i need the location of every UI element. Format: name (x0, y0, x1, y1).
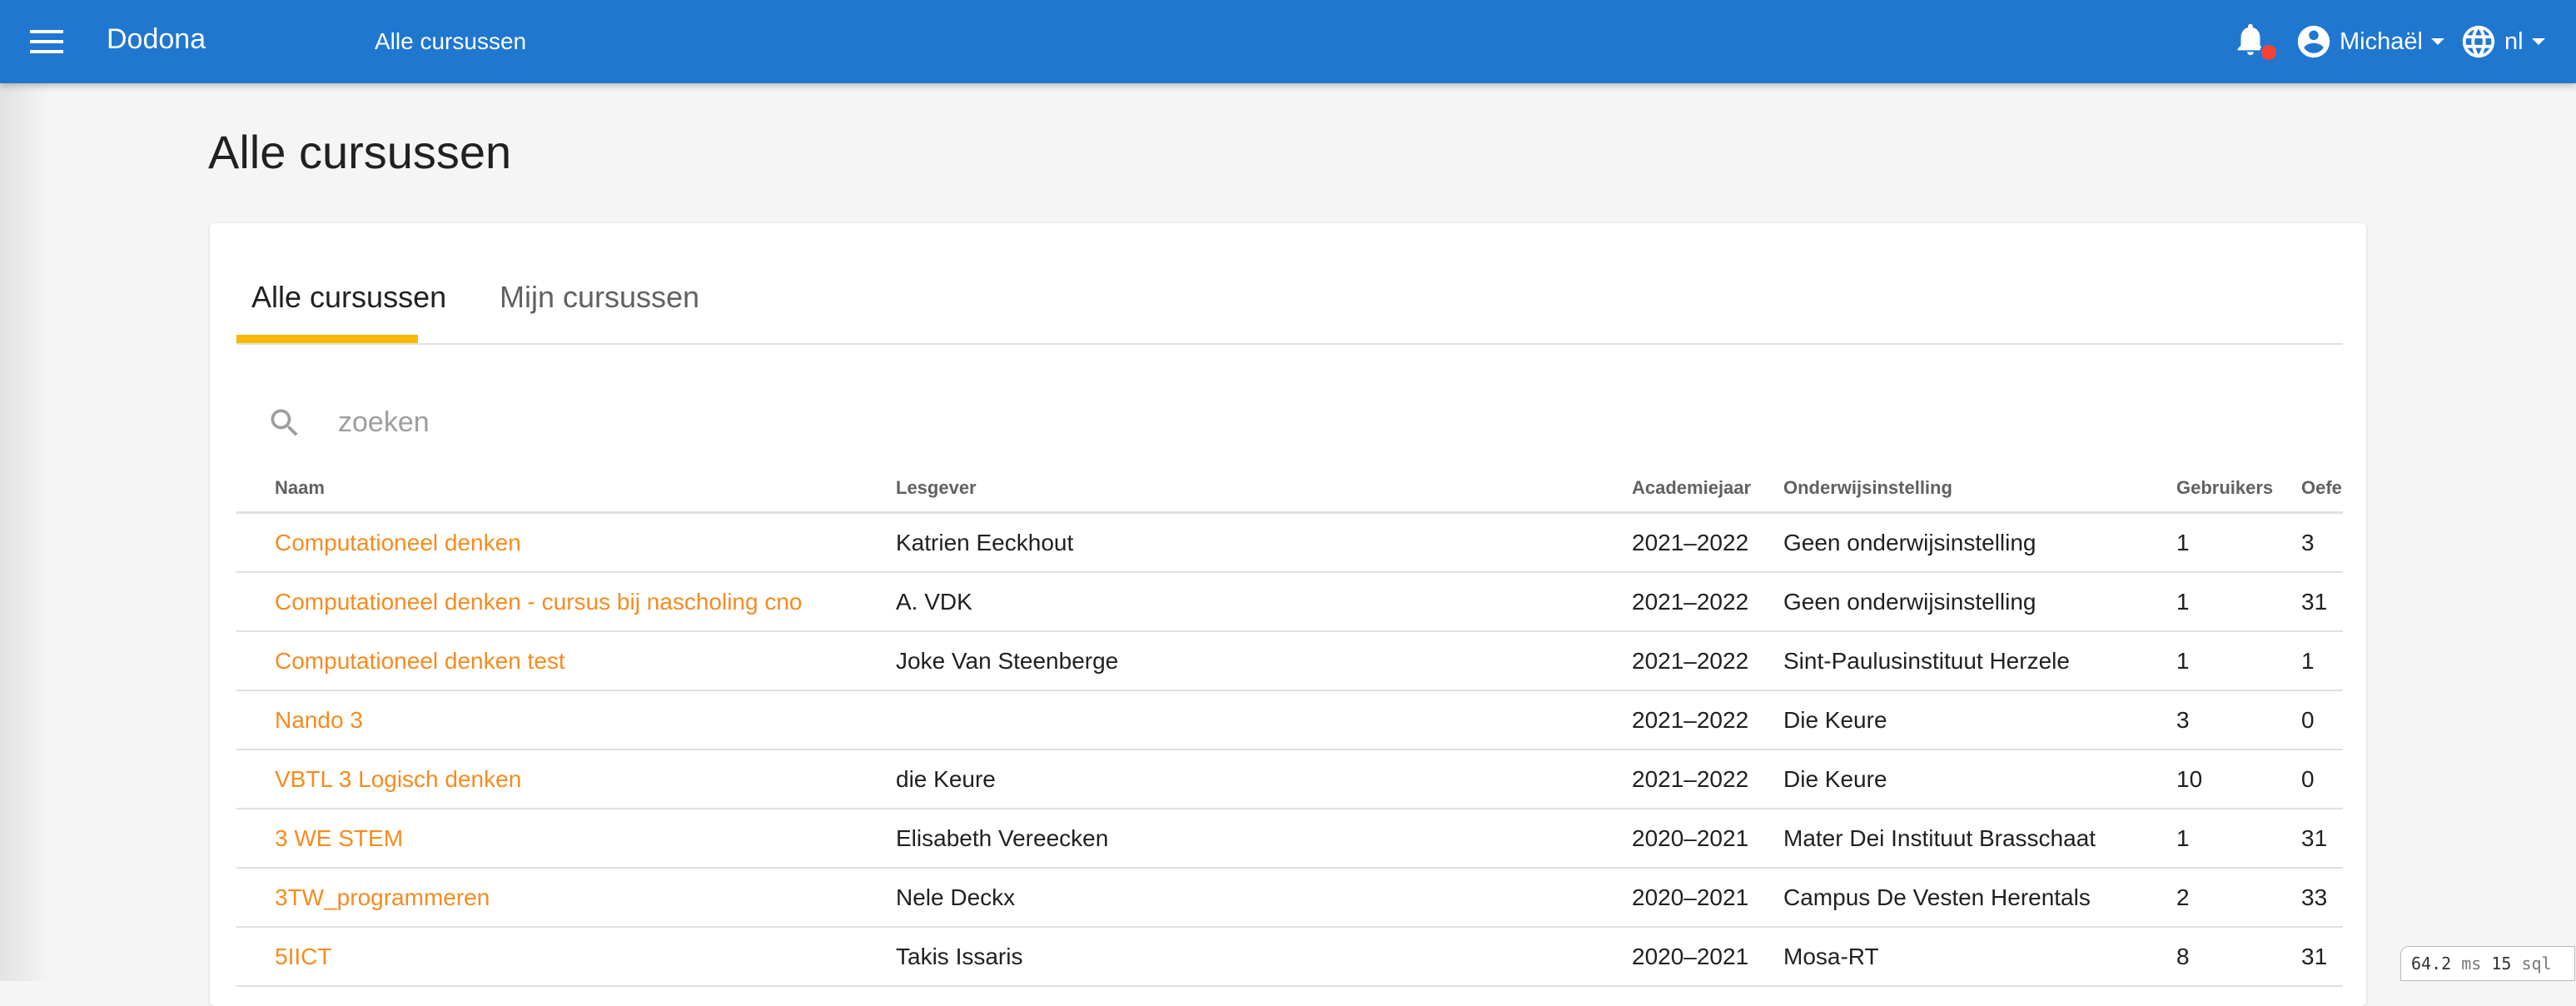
cell-institution: Die Keure (1783, 750, 2176, 809)
cell-exercises: 33 (2301, 868, 2343, 928)
course-link[interactable]: Computationeel denken test (275, 648, 565, 674)
cell-teacher: Katrien Eeckhout (896, 512, 1632, 573)
course-link[interactable]: VBTL 3 Logisch denken (275, 766, 521, 792)
tab-my-courses[interactable]: Mijn cursussen (500, 280, 699, 315)
cell-exercises: 3 (2301, 512, 2343, 573)
courses-table-container[interactable]: Naam Lesgever Academiejaar Onderwijsinst… (236, 465, 2343, 1006)
user-name: Michaël (2340, 27, 2423, 55)
side-shadow (0, 83, 50, 981)
courses-table: Naam Lesgever Academiejaar Onderwijsinst… (236, 465, 2343, 987)
table-row: Computationeel denken test Joke Van Stee… (236, 631, 2343, 691)
cell-teacher: die Keure (896, 750, 1632, 809)
cell-year: 2020–2021 (1632, 809, 1783, 869)
tab-bar: Alle cursussen Mijn cursussen (236, 223, 2343, 345)
cell-users: 8 (2176, 927, 2301, 987)
cell-teacher: Elisabeth Vereecken (896, 809, 1632, 869)
cell-exercises: 0 (2301, 690, 2343, 750)
cell-institution: Mosa-RT (1783, 927, 2176, 987)
table-row: Nando 3 2021–2022 Die Keure 3 0 (236, 690, 2343, 750)
cell-institution: Die Keure (1783, 690, 2176, 750)
table-row: Computationeel denken Katrien Eeckhout 2… (236, 512, 2343, 573)
search-icon (271, 409, 298, 436)
notifications-button[interactable] (2231, 20, 2278, 63)
language-menu-button[interactable]: nl (2459, 20, 2551, 63)
table-header-row: Naam Lesgever Academiejaar Onderwijsinst… (236, 465, 2343, 514)
user-menu-button[interactable]: Michaël (2295, 20, 2444, 63)
cell-users: 1 (2176, 572, 2301, 632)
cell-exercises: 0 (2301, 750, 2343, 809)
cell-users: 1 (2176, 809, 2301, 869)
active-tab-indicator (236, 335, 418, 343)
course-link[interactable]: Nando 3 (275, 707, 363, 733)
cell-exercises: 31 (2301, 809, 2343, 869)
column-header-institution[interactable]: Onderwijsinstelling (1783, 465, 2176, 514)
perf-ms-unit: ms (2461, 954, 2482, 974)
column-header-users[interactable]: Gebruikers (2176, 465, 2301, 514)
perf-sql-unit: sql (2521, 954, 2552, 974)
cell-teacher: Takis Issaris (896, 927, 1632, 987)
cell-year: 2021–2022 (1632, 572, 1783, 632)
cell-users: 3 (2176, 690, 2301, 750)
search-bar (236, 381, 2343, 473)
column-header-exercises[interactable]: Oefe (2301, 465, 2343, 514)
cell-teacher: Joke Van Steenberge (896, 631, 1632, 691)
top-app-bar: Dodona Alle cursussen Michaël nl (0, 0, 2576, 83)
course-link[interactable]: Computationeel denken - cursus bij nasch… (275, 589, 803, 615)
performance-badge[interactable]: 64.2 ms 15 sql (2400, 946, 2575, 981)
menu-icon[interactable] (30, 27, 63, 57)
cell-exercises: 31 (2301, 927, 2343, 987)
cell-institution: Geen onderwijsinstelling (1783, 572, 2176, 632)
cell-users: 1 (2176, 512, 2301, 573)
brand-logo-text[interactable]: Dodona (107, 23, 206, 56)
cell-users: 1 (2176, 631, 2301, 691)
cell-institution: Mater Dei Instituut Brasschaat (1783, 809, 2176, 869)
perf-sql-value: 15 (2491, 954, 2512, 974)
table-row: 5IICT Takis Issaris 2020–2021 Mosa-RT 8 … (236, 927, 2343, 987)
courses-card: Alle cursussen Mijn cursussen Naam Lesge… (210, 223, 2366, 1006)
cell-teacher: Nele Deckx (896, 868, 1632, 928)
cell-institution: Campus De Vesten Herentals (1783, 868, 2176, 928)
globe-icon (2462, 25, 2495, 58)
cell-year: 2021–2022 (1632, 690, 1783, 750)
column-header-name[interactable]: Naam (236, 465, 896, 514)
table-row: 3TW_programmeren Nele Deckx 2020–2021 Ca… (236, 868, 2343, 928)
appbar-page-title: Alle cursussen (375, 28, 527, 54)
cell-users: 10 (2176, 750, 2301, 809)
cell-year: 2020–2021 (1632, 927, 1783, 987)
cell-year: 2020–2021 (1632, 868, 1783, 928)
notification-dot (2260, 43, 2278, 62)
column-header-teacher[interactable]: Lesgever (896, 465, 1632, 514)
course-link[interactable]: 3TW_programmeren (275, 884, 490, 910)
cell-exercises: 31 (2301, 572, 2343, 632)
perf-ms-value: 64.2 (2411, 954, 2452, 974)
cell-year: 2021–2022 (1632, 631, 1783, 691)
course-link[interactable]: 3 WE STEM (275, 825, 403, 851)
cell-users: 2 (2176, 868, 2301, 928)
column-header-year[interactable]: Academiejaar (1632, 465, 1783, 514)
cell-institution: Geen onderwijsinstelling (1783, 512, 2176, 573)
course-link[interactable]: 5IICT (275, 944, 331, 969)
cell-institution: Sint-Paulusinstituut Herzele (1783, 631, 2176, 691)
cell-year: 2021–2022 (1632, 750, 1783, 809)
tab-all-courses[interactable]: Alle cursussen (251, 280, 446, 315)
account-circle-icon (2297, 25, 2330, 58)
chevron-down-icon (2531, 38, 2545, 45)
chevron-down-icon (2430, 38, 2444, 45)
cell-exercises: 1 (2301, 631, 2343, 691)
cell-year: 2021–2022 (1632, 512, 1783, 573)
search-input[interactable] (336, 395, 1505, 450)
table-row: VBTL 3 Logisch denken die Keure 2021–202… (236, 750, 2343, 809)
language-code: nl (2504, 27, 2524, 55)
table-row: 3 WE STEM Elisabeth Vereecken 2020–2021 … (236, 809, 2343, 869)
cell-teacher: A. VDK (896, 572, 1632, 632)
table-row: Computationeel denken - cursus bij nasch… (236, 572, 2343, 632)
page-title: Alle cursussen (208, 126, 512, 178)
cell-teacher (896, 690, 1632, 750)
course-link[interactable]: Computationeel denken (275, 530, 521, 555)
